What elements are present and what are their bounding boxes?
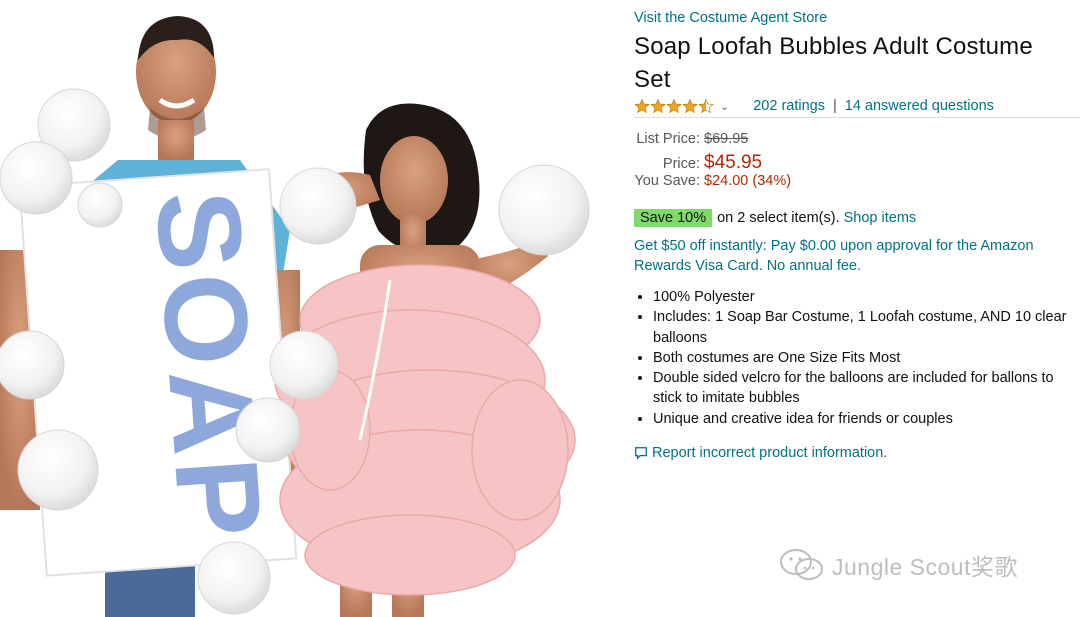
woman-head [380, 136, 448, 224]
price-value: $45.95 [704, 152, 763, 173]
feature-bullet: Double sided velcro for the balloons are… [653, 368, 1080, 409]
coupon-text: on 2 select item(s). [717, 210, 840, 226]
feature-bullet: Unique and creative idea for friends or … [653, 409, 1080, 429]
you-save-row: You Save: $24.00 (34%) [634, 173, 791, 194]
price-label: Price: [662, 156, 700, 172]
product-photo: SOAP [0, 0, 615, 617]
shop-items-link[interactable]: Shop items [844, 210, 917, 226]
feature-bullet: Both costumes are One Size Fits Most [653, 348, 1080, 368]
star-full-icon [650, 98, 666, 114]
feature-bullets: 100% Polyester Includes: 1 Soap Bar Cost… [634, 287, 1080, 429]
feature-bullet: 100% Polyester [653, 287, 1080, 307]
price-row: Price: $45.95 [634, 152, 791, 173]
answered-questions-link[interactable]: 14 answered questions [845, 98, 994, 114]
product-title: Soap Loofah Bubbles Adult Costume Set [634, 33, 1033, 93]
wechat-icon [780, 549, 823, 580]
list-price-value: $69.95 [704, 131, 749, 147]
separator: | [832, 98, 837, 114]
rating-row: ⌄ 202 ratings | 14 answered questions [634, 96, 994, 116]
store-link[interactable]: Visit the Costume Agent Store [634, 10, 827, 26]
star-full-icon [682, 98, 698, 114]
star-full-icon [666, 98, 682, 114]
divider [634, 117, 1080, 118]
coupon-badge: Save 10% [634, 209, 713, 227]
star-full-icon [634, 98, 650, 114]
you-save-label: You Save: [634, 173, 700, 189]
rewards-card-promo-link[interactable]: Get $50 off instantly: Pay $0.00 upon ap… [634, 236, 1074, 276]
star-rating[interactable] [634, 98, 714, 114]
feature-bullet: Includes: 1 Soap Bar Costume, 1 Loofah c… [653, 307, 1080, 348]
product-image[interactable]: SOAP [0, 0, 615, 617]
list-price-row: List Price: $69.95 [634, 131, 791, 152]
report-incorrect-info-link[interactable]: Report incorrect product information. [634, 445, 887, 461]
ratings-count-link[interactable]: 202 ratings [753, 98, 825, 114]
you-save-value: $24.00 (34%) [704, 173, 792, 189]
coupon-row: Save 10% on 2 select item(s). Shop items [634, 209, 916, 227]
star-half-icon [698, 98, 714, 114]
chevron-down-icon[interactable]: ⌄ [720, 100, 729, 113]
product-details: Visit the Costume Agent Store Soap Loofa… [634, 0, 1080, 617]
watermark-text: Jungle Scout奖歌 [832, 554, 1018, 580]
price-table: List Price: $69.95 Price: $45.95 You Sav… [634, 131, 791, 194]
report-link-label: Report incorrect product information. [652, 445, 888, 461]
speech-bubble-icon [635, 447, 647, 460]
soap-label: SOAP [130, 187, 286, 546]
watermark: Jungle Scout奖歌 [778, 548, 1018, 582]
list-price-label: List Price: [636, 131, 700, 147]
